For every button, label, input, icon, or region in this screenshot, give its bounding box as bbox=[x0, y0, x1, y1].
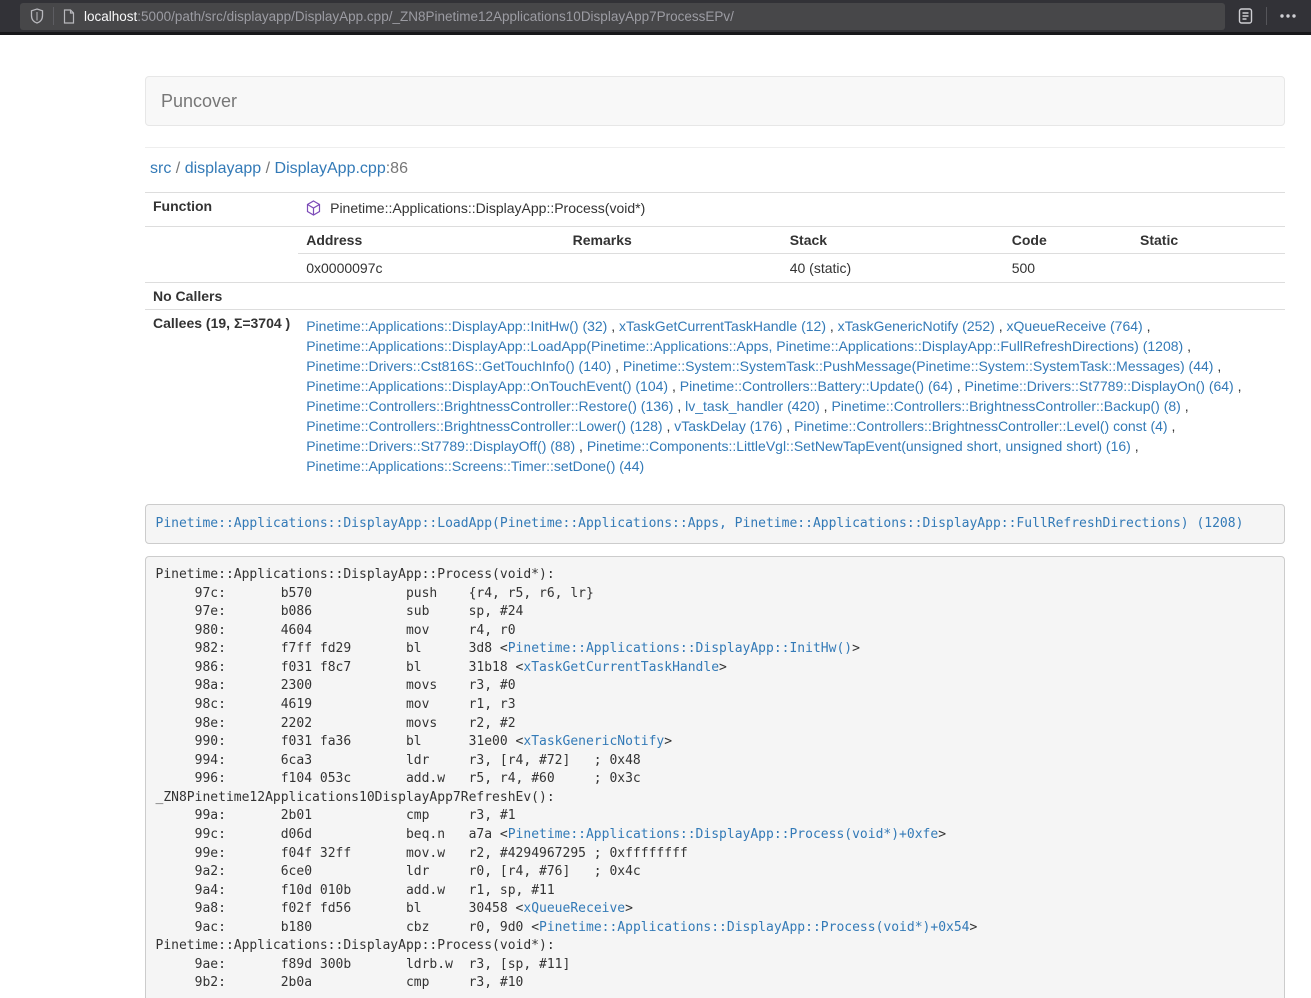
callee-link[interactable]: Pinetime::Controllers::BrightnessControl… bbox=[306, 398, 673, 414]
column-remarks: Remarks bbox=[565, 227, 782, 254]
callee-separator: , bbox=[607, 318, 619, 334]
breadcrumb-file-link[interactable]: DisplayApp.cpp bbox=[275, 160, 386, 177]
callees-row: Callees (19, Σ=3704 ) Pinetime::Applicat… bbox=[145, 310, 1285, 483]
column-code: Code bbox=[1004, 227, 1132, 254]
assembly-listing: Pinetime::Applications::DisplayApp::Proc… bbox=[145, 556, 1285, 998]
callee-separator: , bbox=[820, 398, 832, 414]
navbar: Puncover bbox=[145, 76, 1285, 126]
breadcrumb-src-link[interactable]: src bbox=[150, 160, 171, 177]
metrics-table: Address Remarks Stack Code Static 0x0000… bbox=[298, 227, 1285, 282]
function-label: Function bbox=[145, 193, 298, 227]
callees-label: Callees (19, Σ=3704 ) bbox=[145, 310, 298, 483]
function-row: Function Pinetime::Applications::Display… bbox=[145, 193, 1285, 227]
code-value: 500 bbox=[1004, 254, 1132, 283]
callee-link[interactable]: lv_task_handler (420) bbox=[685, 398, 820, 414]
callee-separator: , bbox=[1131, 438, 1139, 454]
asm-symbol-link[interactable]: xQueueReceive bbox=[523, 901, 625, 916]
column-static: Static bbox=[1132, 227, 1285, 254]
callee-separator: , bbox=[953, 378, 965, 394]
no-callers-empty-cell bbox=[298, 283, 1285, 310]
callee-separator: , bbox=[995, 318, 1007, 334]
more-menu-icon[interactable] bbox=[1279, 13, 1297, 19]
callee-link[interactable]: Pinetime::Applications::Screens::Timer::… bbox=[306, 458, 644, 474]
column-stack: Stack bbox=[782, 227, 1004, 254]
callee-link[interactable]: Pinetime::Controllers::BrightnessControl… bbox=[306, 418, 662, 434]
callee-link[interactable]: Pinetime::Drivers::Cst816S::GetTouchInfo… bbox=[306, 358, 611, 374]
asm-symbol-link[interactable]: Pinetime::Applications::DisplayApp::Proc… bbox=[508, 827, 938, 842]
callee-link[interactable]: xQueueReceive (764) bbox=[1007, 318, 1143, 334]
asm-symbol-link[interactable]: Pinetime::Applications::DisplayApp::Init… bbox=[508, 641, 852, 656]
url-path: :5000/path/src/displayapp/DisplayApp.cpp… bbox=[137, 9, 734, 24]
callee-separator: , bbox=[1183, 338, 1191, 354]
callee-separator: , bbox=[1181, 398, 1189, 414]
function-table: Function Pinetime::Applications::Display… bbox=[145, 192, 1285, 482]
asm-symbol-link[interactable]: xTaskGenericNotify bbox=[523, 734, 664, 749]
breadcrumb-displayapp-link[interactable]: displayapp bbox=[185, 160, 262, 177]
reader-mode-icon[interactable] bbox=[1237, 7, 1254, 25]
callee-separator: , bbox=[826, 318, 838, 334]
callee-link[interactable]: Pinetime::Drivers::St7789::DisplayOn() (… bbox=[965, 378, 1234, 394]
breadcrumb-separator: / bbox=[176, 160, 180, 177]
loadapp-snippet: Pinetime::Applications::DisplayApp::Load… bbox=[145, 504, 1285, 544]
callee-link[interactable]: Pinetime::System::SystemTask::PushMessag… bbox=[623, 358, 1214, 374]
metrics-row: Address Remarks Stack Code Static 0x0000… bbox=[145, 227, 1285, 283]
breadcrumb: src / displayapp / DisplayApp.cpp:86 bbox=[150, 159, 1285, 179]
no-callers-row: No Callers bbox=[145, 283, 1285, 310]
no-callers-label: No Callers bbox=[145, 283, 298, 310]
callee-link[interactable]: xTaskGetCurrentTaskHandle (12) bbox=[619, 318, 826, 334]
urlbar-divider bbox=[53, 7, 54, 25]
callee-link[interactable]: Pinetime::Applications::DisplayApp::OnTo… bbox=[306, 378, 668, 394]
column-address: Address bbox=[298, 227, 564, 254]
callee-separator: , bbox=[1213, 358, 1221, 374]
shield-icon[interactable] bbox=[30, 8, 44, 24]
callee-separator: , bbox=[673, 398, 685, 414]
brand-link[interactable]: Puncover bbox=[146, 91, 252, 112]
callee-link[interactable]: Pinetime::Controllers::BrightnessControl… bbox=[794, 418, 1167, 434]
callee-link[interactable]: Pinetime::Components::LittleVgl::SetNewT… bbox=[587, 438, 1131, 454]
metrics-value-row: 0x0000097c 40 (static) 500 bbox=[298, 254, 1285, 283]
callee-separator: , bbox=[782, 418, 794, 434]
callee-separator: , bbox=[611, 358, 623, 374]
content-container: Puncover src / displayapp / DisplayApp.c… bbox=[145, 76, 1285, 998]
cube-icon bbox=[306, 203, 325, 219]
callee-separator: , bbox=[1234, 378, 1242, 394]
callee-link[interactable]: Pinetime::Applications::DisplayApp::Load… bbox=[306, 338, 1183, 354]
breadcrumb-separator: / bbox=[266, 160, 270, 177]
url-text[interactable]: localhost:5000/path/src/displayapp/Displ… bbox=[84, 9, 734, 24]
callee-link[interactable]: Pinetime::Controllers::Battery::Update()… bbox=[680, 378, 953, 394]
divider-rule bbox=[145, 147, 1285, 148]
metrics-row-spacer bbox=[145, 227, 298, 283]
callees-list: Pinetime::Applications::DisplayApp::Init… bbox=[298, 310, 1285, 483]
browser-toolbar: localhost:5000/path/src/displayapp/Displ… bbox=[0, 0, 1311, 35]
callee-link[interactable]: Pinetime::Controllers::BrightnessControl… bbox=[831, 398, 1180, 414]
callee-separator: , bbox=[575, 438, 587, 454]
callee-link[interactable]: vTaskDelay (176) bbox=[674, 418, 782, 434]
toolbar-divider bbox=[1266, 7, 1267, 25]
callee-separator: , bbox=[1168, 418, 1176, 434]
asm-symbol-link[interactable]: xTaskGetCurrentTaskHandle bbox=[523, 660, 719, 675]
metrics-header-row: Address Remarks Stack Code Static bbox=[298, 227, 1285, 254]
callee-separator: , bbox=[668, 378, 680, 394]
function-name: Pinetime::Applications::DisplayApp::Proc… bbox=[330, 200, 645, 216]
callee-link[interactable]: Pinetime::Drivers::St7789::DisplayOff() … bbox=[306, 438, 575, 454]
breadcrumb-line-number: :86 bbox=[386, 160, 408, 177]
stack-value: 40 (static) bbox=[782, 254, 1004, 283]
page-icon[interactable] bbox=[63, 9, 75, 24]
loadapp-snippet-link[interactable]: Pinetime::Applications::DisplayApp::Load… bbox=[156, 516, 1244, 531]
static-value bbox=[1132, 254, 1285, 283]
url-host: localhost bbox=[84, 9, 137, 24]
callee-link[interactable]: xTaskGenericNotify (252) bbox=[838, 318, 995, 334]
callee-separator: , bbox=[1143, 318, 1151, 334]
callee-separator: , bbox=[663, 418, 675, 434]
address-value: 0x0000097c bbox=[298, 254, 564, 283]
url-bar[interactable]: localhost:5000/path/src/displayapp/Displ… bbox=[20, 3, 1225, 30]
asm-symbol-link[interactable]: Pinetime::Applications::DisplayApp::Proc… bbox=[539, 920, 969, 935]
remarks-value bbox=[565, 254, 782, 283]
callee-link[interactable]: Pinetime::Applications::DisplayApp::Init… bbox=[306, 318, 607, 334]
